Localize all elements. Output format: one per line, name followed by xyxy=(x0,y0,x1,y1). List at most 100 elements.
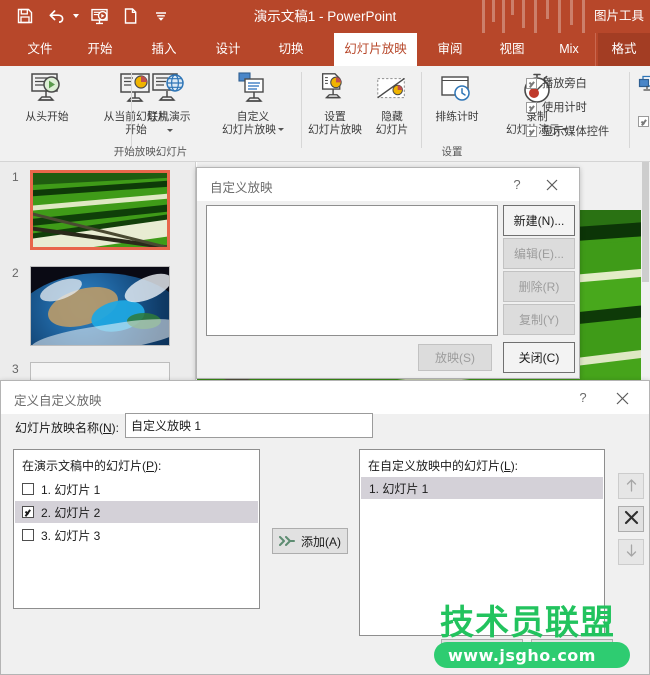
ribbon-checkbox-label: 显示媒体控件 xyxy=(542,126,610,138)
ribbon-button-label: 自定义 xyxy=(236,111,270,123)
ribbon-button-present-online[interactable]: 联机演示 xyxy=(133,69,205,137)
presentation-slides-listbox[interactable]: 在演示文稿中的幻灯片(P): 1. 幻灯片 1 2. 幻灯片 2 3. 幻灯片 … xyxy=(13,449,260,609)
custom-show-slides-listbox[interactable]: 在自定义放映中的幻灯片(L): 1. 幻灯片 1 xyxy=(359,449,605,636)
ribbon-group-title: 开始放映幻灯片 xyxy=(113,146,188,158)
custom-show-dialog[interactable]: 自定义放映 ? 新建(N)... 编辑(E)... 删除(R) 复制(Y) 放映… xyxy=(196,167,580,379)
arrow-up-icon xyxy=(625,478,638,495)
new-show-button[interactable]: 新建(N)... xyxy=(503,205,575,236)
button-label: 新建(N)... xyxy=(513,214,565,228)
checkbox-icon[interactable] xyxy=(526,101,537,113)
ribbon-checkbox-play-narrations[interactable]: 播放旁白 xyxy=(526,75,587,91)
help-icon[interactable]: ? xyxy=(505,174,529,196)
double-arrow-right-icon xyxy=(279,536,295,546)
close-button[interactable]: 关闭(C) xyxy=(503,342,575,373)
header-post: ): xyxy=(510,459,519,473)
close-icon[interactable] xyxy=(539,174,565,196)
presentation-slide-item-3[interactable]: 3. 幻灯片 3 xyxy=(15,524,258,546)
move-up-button xyxy=(618,473,644,499)
presentation-slides-header: 在演示文稿中的幻灯片(P): xyxy=(22,457,161,474)
slide-number: 3 xyxy=(12,362,19,376)
header-pre: 在自定义放映中的幻灯片( xyxy=(368,459,504,473)
ribbon-button-rehearse-timings[interactable]: 排练计时 xyxy=(423,69,491,124)
checkbox-icon[interactable] xyxy=(638,116,649,127)
quick-access-toolbar xyxy=(14,4,172,28)
define-custom-show-dialog[interactable]: 定义自定义放映 ? 幻灯片放映名称(N): 自定义放映 1 在演示文稿中的幻灯片… xyxy=(0,380,650,675)
new-file-icon[interactable] xyxy=(119,4,141,28)
ribbon-button-label: 排练计时 xyxy=(435,111,479,123)
chevron-down-icon[interactable] xyxy=(167,128,173,132)
tab-transitions[interactable]: 切换 xyxy=(265,33,317,66)
slide-thumbnail-2[interactable]: 2 xyxy=(12,266,170,346)
monitor-settings-icon[interactable] xyxy=(638,75,650,96)
checkbox-icon[interactable] xyxy=(22,529,34,541)
rehearse-clock-icon xyxy=(423,69,491,111)
ribbon-button-custom-slide-show[interactable]: 自定义 幻灯片放映 xyxy=(205,69,301,136)
ribbon-button-set-up-slide-show[interactable]: 设置 幻灯片放映 xyxy=(304,69,366,136)
ribbon-button-label-2: 幻灯片放映 xyxy=(222,123,276,136)
show-name-label-pre: 幻灯片放映名称( xyxy=(15,421,103,435)
ribbon-button-label: 联机演示 xyxy=(147,111,191,123)
tab-insert[interactable]: 插入 xyxy=(138,33,190,66)
presentation-slide-item-2[interactable]: 2. 幻灯片 2 xyxy=(15,501,258,523)
close-icon[interactable] xyxy=(609,387,635,409)
tab-design[interactable]: 设计 xyxy=(202,33,254,66)
monitor-globe-icon xyxy=(133,69,205,111)
list-item-label: 1. 幻灯片 1 xyxy=(369,481,429,496)
tab-format[interactable]: 格式 xyxy=(598,33,650,66)
tab-slide-show[interactable]: 幻灯片放映 xyxy=(334,33,417,66)
ribbon-checkbox-monitor[interactable] xyxy=(638,116,649,127)
rice-field-art xyxy=(33,173,167,247)
ribbon-button-from-beginning[interactable]: 从头开始 xyxy=(8,69,86,124)
copy-show-button: 复制(Y) xyxy=(503,304,575,335)
earth-art xyxy=(31,267,169,345)
undo-icon[interactable] xyxy=(45,4,67,28)
show-name-label-accel: N xyxy=(103,421,112,435)
dialog-title-bar: 自定义放映 ? xyxy=(197,168,579,201)
slide-thumbnail-image xyxy=(30,266,170,346)
ribbon-button-label: 设置 xyxy=(324,111,346,123)
move-down-button xyxy=(618,539,644,565)
checkbox-icon[interactable] xyxy=(22,483,34,495)
ribbon-checkbox-use-timings[interactable]: 使用计时 xyxy=(526,99,587,115)
ribbon: 从头开始 从当前幻灯片 开始 联机演示 自定义 幻灯片放映 开始放映幻灯片 设置… xyxy=(0,66,650,162)
button-label: 确定 xyxy=(469,646,494,660)
button-label: 关闭(C) xyxy=(518,351,560,365)
start-slideshow-icon[interactable] xyxy=(88,4,110,28)
cancel-button[interactable]: 取消 xyxy=(531,639,613,666)
undo-dropdown-icon[interactable] xyxy=(73,14,79,18)
dialog-title-bar: 定义自定义放映 ? xyxy=(1,381,649,414)
remove-slide-button[interactable] xyxy=(618,506,644,532)
header-post: ): xyxy=(154,459,162,473)
ok-button[interactable]: 确定 xyxy=(441,639,523,666)
monitor-play-icon xyxy=(8,69,86,111)
header-accel: L xyxy=(504,459,511,473)
header-pre: 在演示文稿中的幻灯片( xyxy=(22,459,146,473)
tab-file[interactable]: 文件 xyxy=(14,33,66,66)
ribbon-button-label-2: 幻灯片 xyxy=(375,123,409,136)
ribbon-button-hide-slide[interactable]: 隐藏 幻灯片 xyxy=(366,69,418,136)
tab-review[interactable]: 审阅 xyxy=(424,33,476,66)
ribbon-checkbox-show-media-controls[interactable]: 显示媒体控件 xyxy=(526,123,609,139)
chevron-down-icon[interactable] xyxy=(277,128,284,132)
save-icon[interactable] xyxy=(14,4,36,28)
show-name-input[interactable]: 自定义放映 1 xyxy=(125,413,373,438)
customize-qat-icon[interactable] xyxy=(150,4,172,28)
arrow-down-icon xyxy=(625,543,638,561)
ribbon-group-custom-show: 自定义 幻灯片放映 开始放映幻灯片 xyxy=(114,66,301,161)
tab-view[interactable]: 视图 xyxy=(486,33,538,66)
tab-mix[interactable]: Mix xyxy=(546,33,592,66)
add-slide-button[interactable]: 添加(A) xyxy=(272,528,348,554)
checkbox-icon[interactable] xyxy=(22,506,34,518)
show-name-label-post: ): xyxy=(111,421,120,435)
tab-home[interactable]: 开始 xyxy=(74,33,126,66)
custom-shows-listbox[interactable] xyxy=(206,205,498,336)
checkbox-icon[interactable] xyxy=(526,125,537,137)
dialog-title: 定义自定义放映 xyxy=(14,394,102,408)
checkbox-icon[interactable] xyxy=(526,77,537,89)
scrollbar-thumb[interactable] xyxy=(642,162,649,282)
slide-thumbnail-image xyxy=(30,170,170,250)
slide-thumbnail-1[interactable]: 1 xyxy=(12,170,170,250)
help-icon[interactable]: ? xyxy=(571,387,595,409)
custom-show-slide-item-1[interactable]: 1. 幻灯片 1 xyxy=(361,477,603,499)
presentation-slide-item-1[interactable]: 1. 幻灯片 1 xyxy=(15,478,258,500)
